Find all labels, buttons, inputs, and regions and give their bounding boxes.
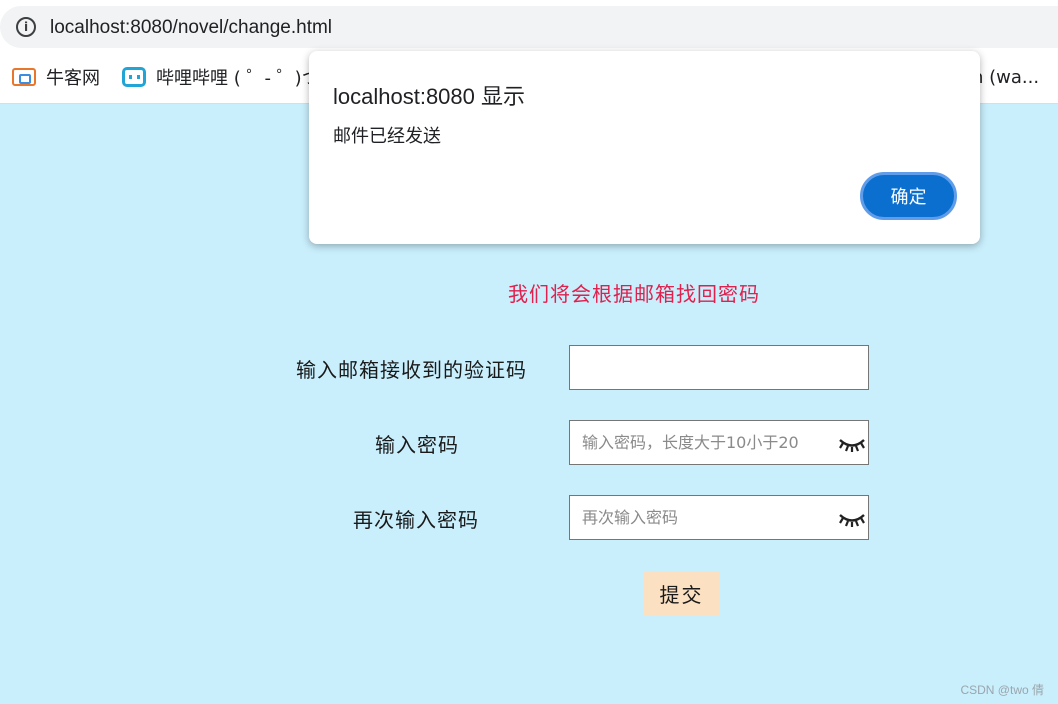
dialog-message: 邮件已经发送 <box>333 126 441 147</box>
dialog-ok-button[interactable]: 确定 <box>860 172 957 220</box>
bookmark-label: n (wa... <box>972 66 1040 88</box>
alert-dialog: localhost:8080 显示 邮件已经发送 确定 <box>309 51 980 244</box>
submit-button[interactable]: 提交 <box>644 571 719 615</box>
password-input[interactable] <box>570 421 868 464</box>
bilibili-icon <box>122 67 146 87</box>
page-heading: 我们将会根据邮箱找回密码 <box>508 282 760 306</box>
confirm-password-label: 再次输入密码 <box>353 508 479 532</box>
password-label: 输入密码 <box>375 433 459 457</box>
eye-closed-icon[interactable] <box>838 435 866 453</box>
info-icon[interactable]: i <box>16 17 36 37</box>
eye-closed-icon[interactable] <box>838 510 866 528</box>
bookmark-bilibili[interactable]: 哔哩哔哩 ( ゜- ゜)つ <box>122 62 320 92</box>
confirm-password-input[interactable] <box>570 496 868 539</box>
watermark: CSDN @two 倩 <box>960 683 1044 697</box>
bookmark-label: 牛客网 <box>46 68 100 89</box>
code-label: 输入邮箱接收到的验证码 <box>296 358 527 382</box>
confirm-password-field[interactable] <box>569 495 869 540</box>
dialog-title: localhost:8080 显示 <box>333 84 525 109</box>
bookmark-overflow[interactable]: n (wa... <box>972 62 1039 92</box>
url-text[interactable]: localhost:8080/novel/change.html <box>50 17 332 39</box>
bookmark-label: 哔哩哔哩 ( ゜- ゜)つ <box>156 68 320 89</box>
password-field[interactable] <box>569 420 869 465</box>
bookmark-nowcoder[interactable]: 牛客网 <box>12 62 100 92</box>
code-field[interactable] <box>569 345 869 390</box>
nowcoder-icon <box>12 68 36 86</box>
code-input[interactable] <box>570 346 868 389</box>
address-bar[interactable]: i localhost:8080/novel/change.html <box>0 6 1058 48</box>
